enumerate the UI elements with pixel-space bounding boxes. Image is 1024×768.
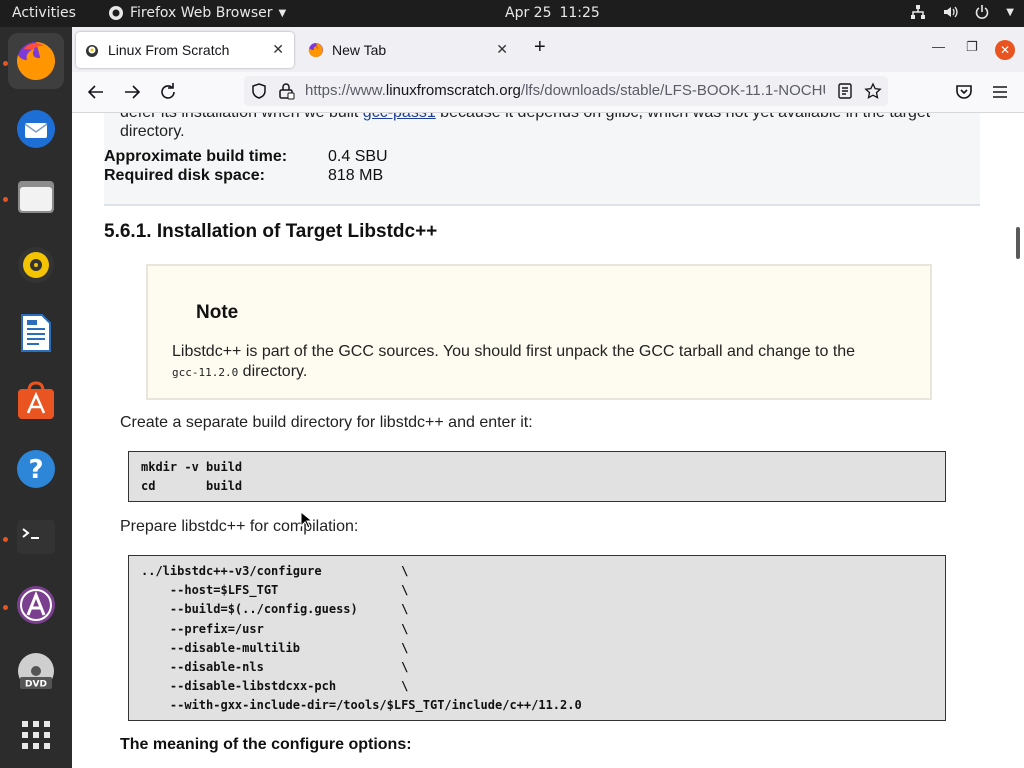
dock-show-apps[interactable] [8, 707, 64, 763]
clock[interactable]: Apr 25 11:25 [505, 5, 600, 21]
system-tray[interactable]: ▼ [910, 4, 1014, 20]
activities-button[interactable]: Activities [12, 5, 76, 21]
lfs-favicon-icon [86, 45, 98, 57]
clock-date: Apr 25 [505, 5, 552, 21]
thunderbird-icon [17, 110, 55, 148]
files-icon [18, 181, 54, 213]
dock-firefox[interactable] [8, 33, 64, 89]
dock-rhythmbox[interactable] [8, 237, 64, 293]
code-block-mkdir[interactable]: mkdir -v build cd build [128, 451, 946, 502]
tab-title: Linux From Scratch [108, 42, 230, 58]
note-tail: directory. [238, 363, 308, 380]
maximize-icon[interactable]: ❐ [966, 39, 978, 55]
disk-space-label: Required disk space: [104, 167, 265, 184]
disk-space-value: 818 MB [328, 167, 384, 184]
dock-help[interactable]: ? [8, 441, 64, 497]
code-block-configure[interactable]: ../libstdc++-v3/configure \ --host=$LFS_… [128, 555, 946, 721]
bookmark-star-icon[interactable] [864, 82, 882, 100]
url-text: https://www.linuxfromscratch.org/lfs/dow… [305, 82, 825, 99]
package-info-box: defer its installation when we built gcc… [104, 113, 980, 206]
url-prefix: https://www. [305, 82, 386, 99]
app-grid-icon [22, 721, 50, 749]
chevron-down-icon: ▼ [278, 7, 287, 19]
build-time-value: 0.4 SBU [328, 148, 388, 165]
firefox-favicon-icon [308, 43, 323, 57]
firefox-icon [17, 41, 56, 80]
app-menu[interactable]: Firefox Web Browser ▼ [108, 5, 286, 21]
lock-icon[interactable] [277, 82, 295, 100]
dock-files[interactable] [8, 169, 64, 225]
url-bar[interactable]: https://www.linuxfromscratch.org/lfs/dow… [244, 76, 888, 106]
clipped-text-cont: because it depends on glibc, which was n… [436, 113, 930, 121]
configure-options-heading: The meaning of the configure options: [120, 736, 412, 753]
top-bar: Activities Firefox Web Browser ▼ Apr 25 … [0, 0, 1024, 27]
new-tab-button[interactable]: + [534, 36, 546, 59]
pocket-icon[interactable] [952, 80, 976, 104]
help-icon: ? [17, 450, 55, 488]
reader-view-icon[interactable] [836, 82, 854, 100]
minimize-icon[interactable]: — [932, 39, 945, 54]
shield-icon[interactable] [250, 82, 268, 100]
dock-software[interactable] [8, 373, 64, 429]
url-path: /lfs/downloads/stable/LFS-BOOK-11.1-NOCH… [520, 82, 825, 99]
updater-icon [17, 586, 55, 624]
scrollbar-thumb[interactable] [1016, 227, 1020, 259]
app-menu-label: Firefox Web Browser [130, 5, 273, 21]
note-text: Libstdc++ is part of the GCC sources. Yo… [172, 343, 856, 360]
firefox-window: Linux From Scratch ✕ New Tab ✕ + — ❐ ✕ h… [72, 27, 1024, 768]
rhythmbox-icon [18, 247, 54, 283]
url-host: linuxfromscratch.org [385, 82, 521, 99]
firefox-small-icon [109, 6, 123, 20]
mouse-cursor-icon [300, 511, 312, 529]
page-content: defer its installation when we built gcc… [72, 113, 1024, 768]
tab-strip: Linux From Scratch ✕ New Tab ✕ + — ❐ ✕ [72, 27, 1024, 72]
note-title: Note [196, 302, 239, 323]
clipped-paragraph: defer its installation when we built gcc… [120, 113, 960, 141]
clipped-text: defer its installation when we built [120, 113, 363, 121]
svg-text:?: ? [28, 455, 43, 485]
dock-writer[interactable] [8, 305, 64, 361]
gcc-pass1-link[interactable]: gcc-pass1 [363, 113, 436, 121]
hamburger-menu-icon[interactable] [988, 80, 1012, 104]
network-icon[interactable] [910, 4, 926, 20]
software-icon [18, 381, 54, 419]
section-title: 5.6.1. Installation of Target Libstdc++ [104, 221, 438, 242]
writer-icon [21, 314, 51, 352]
dock-thunderbird[interactable] [8, 101, 64, 157]
note-box: Note Libstdc++ is part of the GCC source… [146, 264, 932, 400]
clipped-text-end: directory. [120, 123, 185, 140]
prepare-paragraph: Prepare libstdc++ for compilation: [120, 518, 359, 535]
power-icon[interactable] [974, 4, 990, 20]
close-window-icon[interactable]: ✕ [995, 40, 1015, 60]
build-time-label: Approximate build time: [104, 148, 288, 165]
dock-terminal[interactable] [8, 509, 64, 565]
close-tab-icon[interactable]: ✕ [272, 41, 284, 58]
dock-dvd[interactable]: DVD [8, 645, 64, 701]
dock-updater[interactable] [8, 577, 64, 633]
back-icon[interactable] [84, 80, 108, 104]
tray-chevron-icon[interactable]: ▼ [1006, 7, 1014, 18]
close-tab-icon[interactable]: ✕ [496, 41, 508, 58]
volume-icon[interactable] [942, 4, 958, 20]
tab-title: New Tab [332, 42, 387, 58]
tab-linux-from-scratch[interactable]: Linux From Scratch ✕ [76, 32, 294, 68]
note-body: Libstdc++ is part of the GCC sources. Yo… [172, 342, 912, 383]
dvd-icon: DVD [18, 653, 54, 690]
dvd-label: DVD [25, 680, 47, 690]
dock: ? DVD [0, 27, 72, 768]
reload-icon[interactable] [156, 80, 180, 104]
nav-bar: https://www.linuxfromscratch.org/lfs/dow… [72, 72, 1024, 113]
forward-icon[interactable] [120, 80, 144, 104]
build-dir-paragraph: Create a separate build directory for li… [120, 414, 533, 431]
terminal-icon [17, 520, 55, 554]
tab-new-tab[interactable]: New Tab ✕ [300, 32, 518, 68]
note-code: gcc-11.2.0 [172, 366, 239, 379]
clock-time: 11:25 [559, 5, 600, 21]
